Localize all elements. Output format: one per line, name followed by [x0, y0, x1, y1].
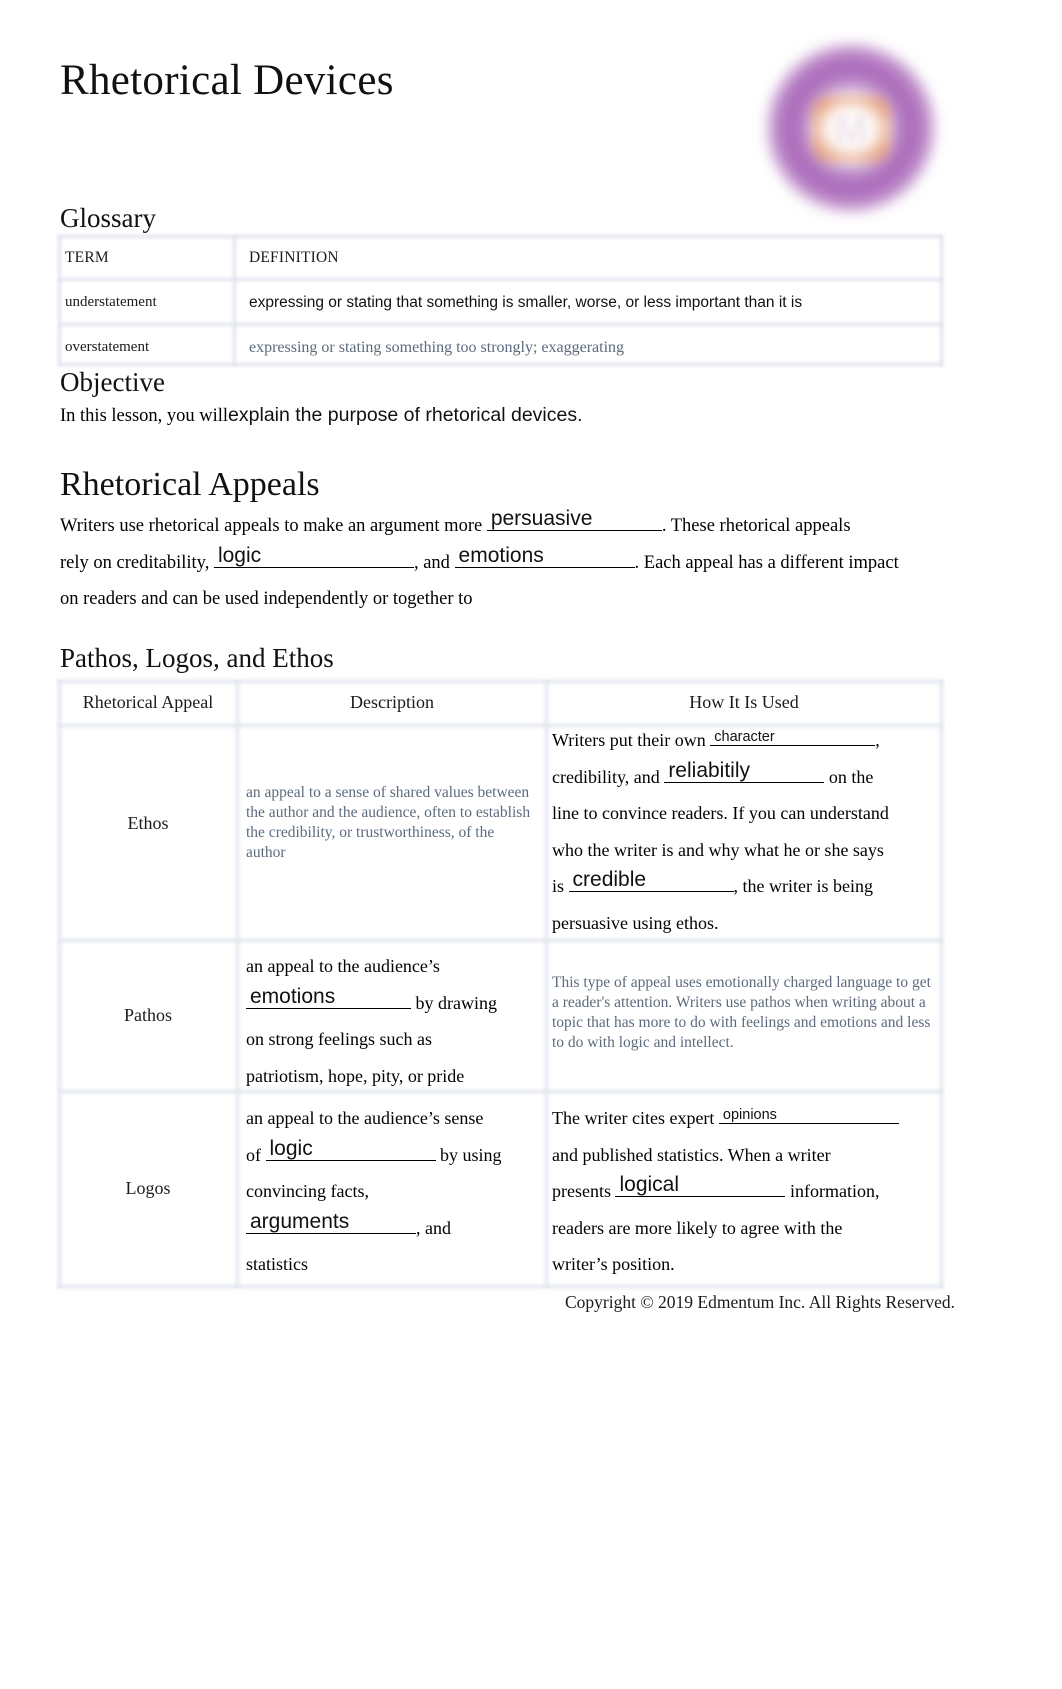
blank-emotions-1[interactable]: emotions	[454, 543, 635, 568]
logos-usage-seg-3: presents	[552, 1181, 611, 1201]
blank-credible[interactable]: credible	[568, 868, 734, 892]
blank-logic-2-answer: logic	[269, 1136, 313, 1160]
logo-letter-text: M	[834, 108, 868, 152]
logos-usage: The writer cites expert opinions and pub…	[552, 1100, 942, 1283]
blank-arguments[interactable]: arguments	[246, 1209, 416, 1234]
blank-opinions-answer: opinions	[722, 1106, 777, 1123]
blank-arguments-answer: arguments	[250, 1209, 350, 1233]
logos-usage-seg-1: The writer cites expert	[552, 1108, 715, 1128]
blank-reliability[interactable]: reliabitily	[664, 758, 825, 783]
glossary-definition-prefilled: expressing or stating something too stro…	[249, 338, 625, 356]
blank-emotions-2[interactable]: emotions	[246, 984, 411, 1009]
pathos-desc-seg-2: by drawing	[415, 992, 497, 1013]
copyright-notice: Copyright © 2019 Edmentum Inc. All Right…	[565, 1292, 955, 1312]
appeals-col-how-it-is-used: How It Is Used	[689, 692, 799, 712]
appeals-table: Rhetorical Appeal Description How It Is …	[58, 680, 943, 1288]
ethos-usage-seg-3: credibility, and	[552, 766, 660, 787]
objective-prompt: In this lesson, you will	[60, 406, 229, 426]
ethos-usage-seg-7: is	[552, 876, 565, 896]
ethos-usage: Writers put their own character, credibi…	[552, 722, 940, 941]
rhetorical-appeals-paragraph: Writers use rhetorical appeals to make a…	[60, 508, 940, 618]
ethos-usage-seg-4: on the	[828, 766, 874, 787]
appeals-col-description: Description	[350, 692, 434, 712]
pathos-usage-prefilled: This type of appeal uses emotionally cha…	[552, 974, 931, 1051]
appeals-text-1: Writers use rhetorical appeals to make a…	[60, 516, 483, 536]
glossary-header-row: TERM DEFINITION	[58, 235, 943, 280]
logo-letter-icon: M	[832, 110, 870, 150]
pathos-desc-seg-4: patriotism, hope, pity, or pride	[246, 1065, 465, 1086]
blank-logical-answer: logical	[619, 1173, 680, 1196]
logos-desc-seg-2: of	[246, 1144, 261, 1165]
blank-persuasive-answer: persuasive	[490, 507, 593, 530]
page-title: Rhetorical Devices	[60, 57, 394, 104]
blank-logical[interactable]: logical	[615, 1173, 786, 1197]
appeals-col-rhetorical-appeal: Rhetorical Appeal	[82, 692, 214, 712]
ethos-usage-seg-8: , the writer is being	[733, 876, 873, 896]
objective-line: In this lesson, you willexplain the purp…	[60, 404, 583, 427]
blank-credible-answer: credible	[572, 868, 647, 891]
ethos-description-prefilled: an appeal to a sense of shared values be…	[246, 784, 531, 861]
blank-opinions[interactable]: opinions	[718, 1105, 899, 1124]
glossary-col-definition: DEFINITION	[249, 248, 339, 266]
appeals-text-2: . These rhetorical appeals	[661, 516, 851, 536]
glossary-table: TERM DEFINITION understatement expressin…	[58, 235, 943, 370]
blank-persuasive[interactable]: persuasive	[486, 507, 662, 531]
glossary-term: understatement	[65, 294, 157, 310]
appeals-row-label-logos: Logos	[125, 1178, 171, 1198]
logos-usage-seg-5: readers are more likely to agree with th…	[552, 1217, 843, 1238]
logos-desc-seg-3: by using	[440, 1144, 502, 1165]
blank-logic-1-answer: logic	[217, 543, 262, 567]
glossary-term: overstatement	[65, 339, 150, 355]
pathos-description: an appeal to the audience’s emotions by …	[246, 948, 542, 1094]
glossary-col-term: TERM	[65, 248, 109, 266]
appeals-text-4: , and	[413, 552, 450, 573]
appeals-text-5: . Each appeal has a different impact	[634, 552, 899, 573]
appeals-row-label-pathos: Pathos	[123, 1005, 172, 1025]
logos-desc-seg-1: an appeal to the audience’s sense	[246, 1108, 484, 1128]
logos-desc-seg-5: , and	[416, 1217, 451, 1238]
logos-desc-seg-4: convincing facts,	[246, 1181, 369, 1201]
glossary-row-overstatement: overstatement expressing or stating some…	[58, 325, 943, 370]
glossary-definition-answer[interactable]: expressing or stating that something is …	[249, 294, 802, 311]
blank-emotions-1-answer: emotions	[458, 543, 544, 567]
objective-heading: Objective	[60, 367, 165, 397]
objective-answer[interactable]: explain the purpose of rhetorical device…	[228, 404, 582, 426]
appeals-row-label-ethos: Ethos	[127, 813, 169, 833]
logos-desc-seg-6: statistics	[246, 1254, 308, 1274]
pathos-desc-seg-1: an appeal to the audience’s	[246, 956, 440, 976]
ethos-usage-seg-6: who the writer is and why what he or she…	[552, 839, 884, 860]
blank-logic-1[interactable]: logic	[213, 543, 414, 568]
logos-usage-seg-6: writer’s position.	[552, 1254, 675, 1274]
appeals-text-6: on readers and can be used independently…	[60, 589, 473, 609]
ethos-usage-seg-2: ,	[875, 730, 880, 750]
ethos-usage-seg-5: line to convince readers. If you can und…	[552, 803, 889, 823]
blank-character-answer: character	[714, 728, 775, 745]
blank-emotions-2-answer: emotions	[250, 984, 336, 1008]
logos-description: an appeal to the audience’s sense of log…	[246, 1100, 542, 1283]
blank-character[interactable]: character	[710, 727, 876, 746]
appeals-table-heading: Pathos, Logos, and Ethos	[60, 643, 334, 673]
pathos-desc-seg-3: on strong feelings such as	[246, 1029, 432, 1049]
document-page: Rhetorical Devices M Glossary TERM DEFIN…	[0, 0, 1062, 1689]
logos-usage-seg-2: and published statistics. When a writer	[552, 1144, 831, 1165]
blank-logic-2[interactable]: logic	[265, 1136, 436, 1161]
blank-reliability-answer: reliabitily	[668, 758, 751, 782]
rhetorical-appeals-heading: Rhetorical Appeals	[60, 466, 320, 503]
appeals-text-3: rely on creditability,	[60, 552, 210, 573]
logos-usage-seg-4: information,	[789, 1181, 880, 1201]
ethos-usage-seg-1: Writers put their own	[552, 730, 706, 750]
glossary-heading: Glossary	[60, 203, 156, 233]
glossary-row-understatement: understatement expressing or stating tha…	[58, 280, 943, 325]
ethos-usage-seg-9: persuasive using ethos.	[552, 912, 719, 933]
